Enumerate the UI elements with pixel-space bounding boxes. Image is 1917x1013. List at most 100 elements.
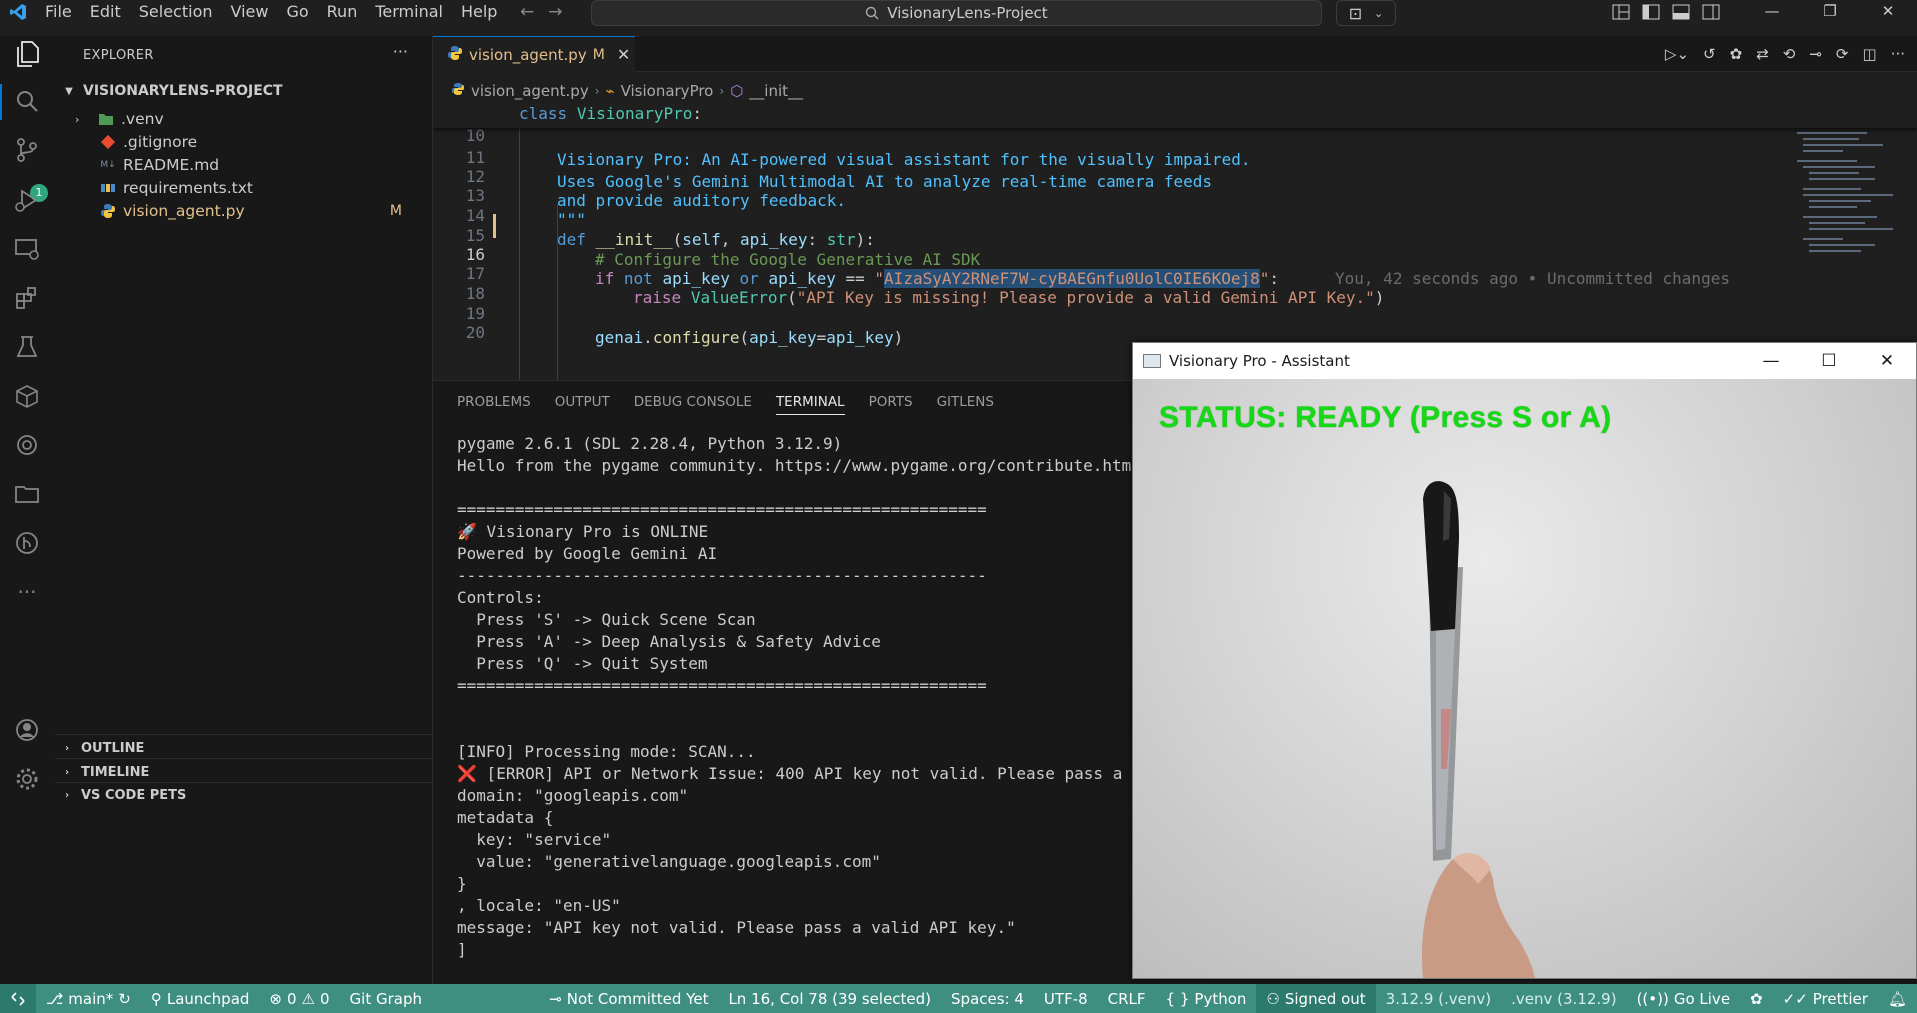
pen-in-hand-image xyxy=(1422,481,1535,978)
project-folder-header[interactable]: ▼ VISIONARYLENS-PROJECT xyxy=(55,80,432,102)
more-actions-icon[interactable]: ··· xyxy=(393,42,408,61)
copilot-status-icon[interactable]: ✿ xyxy=(1740,990,1773,1008)
remote-explorer-icon[interactable] xyxy=(12,234,42,264)
breadcrumb-file[interactable]: vision_agent.py xyxy=(471,82,589,100)
copilot-chat-icon[interactable]: ✿ xyxy=(1730,45,1743,63)
go-live-button[interactable]: ((•)) Go Live xyxy=(1627,990,1740,1008)
sync-icon[interactable]: ↻ xyxy=(118,990,131,1008)
close-icon[interactable]: ✕ xyxy=(1859,0,1917,24)
account-icon[interactable] xyxy=(12,715,42,745)
forward-arrow-icon[interactable]: → xyxy=(548,2,562,22)
visionary-pro-window[interactable]: Visionary Pro - Assistant — ☐ ✕ STATUS: … xyxy=(1132,342,1917,979)
tab-ports[interactable]: PORTS xyxy=(869,394,913,410)
close-icon[interactable]: ✕ xyxy=(1858,343,1916,379)
minimap[interactable] xyxy=(1783,104,1903,380)
language-mode[interactable]: { } Python xyxy=(1156,990,1257,1008)
section-vscode-pets[interactable]: › VS CODE PETS xyxy=(55,782,432,808)
minimize-icon[interactable]: — xyxy=(1743,0,1801,24)
customize-layout-icon[interactable] xyxy=(1612,4,1630,20)
toggle-primary-sidebar-icon[interactable] xyxy=(1642,4,1660,20)
account-status[interactable]: ⚇ Signed out xyxy=(1256,984,1376,1013)
explorer-icon[interactable] xyxy=(12,39,42,69)
terminal-output[interactable]: pygame 2.6.1 (SDL 2.28.4, Python 3.12.9)… xyxy=(457,433,1180,961)
toggle-panel-icon[interactable] xyxy=(1672,4,1690,20)
menu-help[interactable]: Help xyxy=(452,0,506,24)
open-changes-icon[interactable]: ↺ xyxy=(1703,45,1716,63)
file-label: vision_agent.py xyxy=(123,202,245,220)
gitlens-blame-status[interactable]: ⊸ Not Committed Yet xyxy=(539,990,718,1008)
launchpad-status[interactable]: ⚲ Launchpad xyxy=(141,990,260,1008)
run-debug-icon[interactable] xyxy=(12,185,42,215)
search-icon[interactable] xyxy=(12,86,42,116)
git-graph-icon[interactable] xyxy=(12,528,42,558)
cursor-position[interactable]: Ln 16, Col 78 (39 selected) xyxy=(718,990,941,1008)
code-editor[interactable]: class VisionaryPro: 10 Visionary Pro: An… xyxy=(433,104,1917,380)
tab-vision-agent[interactable]: vision_agent.py M ✕ xyxy=(433,36,635,72)
remote-indicator-icon[interactable] xyxy=(0,984,36,1013)
copilot-button[interactable]: ⊡ ⌄ xyxy=(1336,0,1396,26)
section-label: OUTLINE xyxy=(81,740,145,756)
status-overlay-text: STATUS: READY (Press S or A) xyxy=(1159,401,1612,434)
next-change-icon[interactable]: ⟳ xyxy=(1836,45,1849,63)
containers-icon[interactable] xyxy=(12,381,42,411)
tab-gitlens[interactable]: GITLENS xyxy=(937,394,994,410)
minimize-icon[interactable]: — xyxy=(1742,343,1800,379)
menu-view[interactable]: View xyxy=(222,0,278,24)
prettier-status[interactable]: ✓✓ Prettier xyxy=(1773,990,1878,1008)
minimap-line xyxy=(1803,216,1877,218)
problems-status[interactable]: ⊗ 0 ⚠ 0 xyxy=(259,990,339,1008)
menu-file[interactable]: File xyxy=(36,0,81,24)
openai-icon[interactable] xyxy=(12,430,42,460)
menu-run[interactable]: Run xyxy=(318,0,367,24)
more-icon[interactable]: ··· xyxy=(12,577,42,607)
function-name: configure xyxy=(652,328,740,347)
gitlens-commit-icon[interactable]: ⊸ xyxy=(1809,45,1822,63)
python-interpreter[interactable]: 3.12.9 (.venv) xyxy=(1376,990,1501,1008)
sticky-scroll-header[interactable]: class VisionaryPro: xyxy=(433,104,1917,128)
branch-status[interactable]: ⎇ main* ↻ xyxy=(36,990,141,1008)
encoding[interactable]: UTF-8 xyxy=(1034,990,1098,1008)
more-actions-icon[interactable]: ··· xyxy=(1891,45,1905,63)
previous-change-icon[interactable]: ⟲ xyxy=(1783,45,1796,63)
tab-problems[interactable]: PROBLEMS xyxy=(457,394,531,410)
git-graph-status[interactable]: Git Graph xyxy=(340,990,432,1008)
menu-edit[interactable]: Edit xyxy=(81,0,130,24)
branch-label: main* xyxy=(68,989,114,1008)
menu-terminal[interactable]: Terminal xyxy=(366,0,452,24)
error-text: [ERROR] API or Network Issue: 400 API ke… xyxy=(476,764,1181,783)
restore-icon[interactable]: ❐ xyxy=(1801,0,1859,24)
split-editor-icon[interactable]: ◫ xyxy=(1863,45,1877,63)
notifications-bell-icon[interactable]: 🔔︎ xyxy=(1878,990,1917,1008)
app-title-bar[interactable]: Visionary Pro - Assistant — ☐ ✕ xyxy=(1133,343,1916,379)
file-item-vision-agent[interactable]: vision_agent.py M xyxy=(55,198,432,224)
python-environment[interactable]: .venv (3.12.9) xyxy=(1501,990,1626,1008)
indentation[interactable]: Spaces: 4 xyxy=(941,990,1034,1008)
variable: genai xyxy=(595,328,644,347)
tab-output[interactable]: OUTPUT xyxy=(555,394,610,410)
menu-selection[interactable]: Selection xyxy=(130,0,222,24)
terminal-line: ----------------------------------------… xyxy=(457,566,987,585)
breadcrumb-class[interactable]: VisionaryPro xyxy=(621,82,714,100)
terminal-line: Press 'A' -> Deep Analysis & Safety Advi… xyxy=(457,632,881,651)
tab-debug-console[interactable]: DEBUG CONSOLE xyxy=(634,394,752,410)
tab-terminal[interactable]: TERMINAL xyxy=(775,394,845,415)
end-of-line[interactable]: CRLF xyxy=(1098,990,1156,1008)
error-cross-icon: ❌ xyxy=(457,764,477,783)
activity-bar: 1 ··· xyxy=(0,36,55,984)
compare-changes-icon[interactable]: ⇄ xyxy=(1756,45,1769,63)
extensions-icon[interactable] xyxy=(12,283,42,313)
back-arrow-icon[interactable]: ← xyxy=(520,2,534,22)
toggle-secondary-sidebar-icon[interactable] xyxy=(1702,4,1720,20)
source-control-icon[interactable] xyxy=(12,135,42,165)
close-icon[interactable]: ✕ xyxy=(617,45,630,64)
folder-icon[interactable] xyxy=(12,479,42,509)
breadcrumb-method[interactable]: __init__ xyxy=(749,82,803,100)
command-center-search[interactable]: VisionaryLens-Project xyxy=(591,0,1322,26)
minimap-line xyxy=(1803,194,1893,196)
run-python-icon[interactable]: ▷⌄ xyxy=(1665,45,1689,63)
maximize-icon[interactable]: ☐ xyxy=(1800,343,1858,379)
settings-gear-icon[interactable] xyxy=(12,764,42,794)
menu-go[interactable]: Go xyxy=(277,0,317,24)
testing-icon[interactable] xyxy=(12,332,42,362)
